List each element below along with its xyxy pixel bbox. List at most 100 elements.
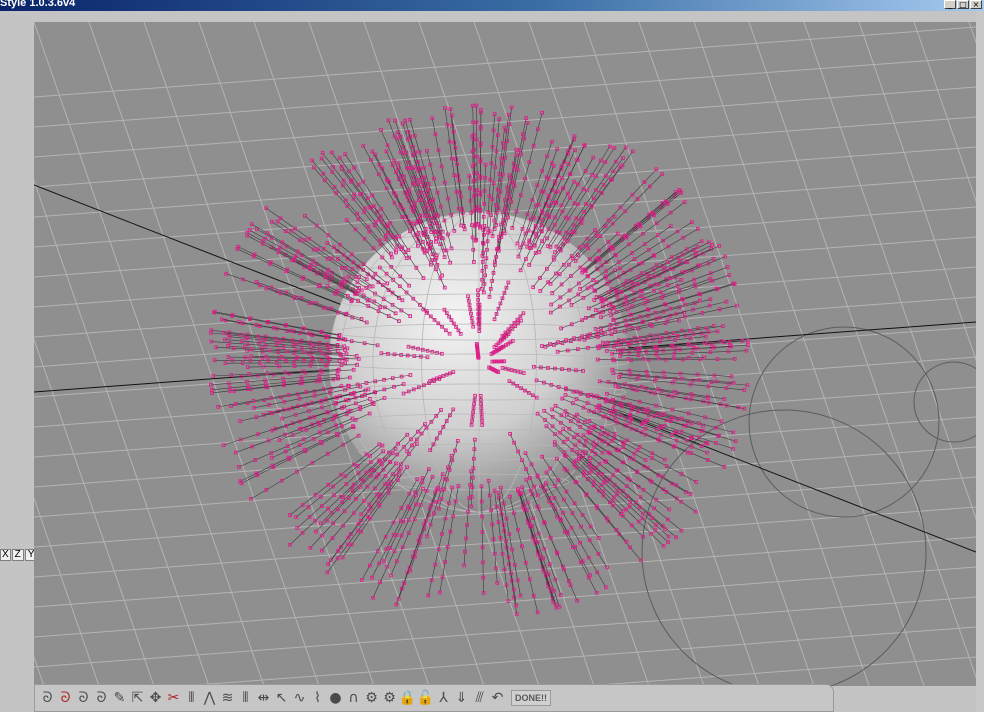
wave-icon[interactable]: ≋ <box>219 687 236 709</box>
control-point[interactable] <box>223 361 228 365</box>
control-point[interactable] <box>425 148 429 153</box>
close-button[interactable]: × <box>970 0 982 9</box>
hair-strand[interactable] <box>490 359 507 364</box>
clump-icon[interactable]: ⋀ <box>201 687 218 709</box>
gravity-icon[interactable]: ⇓ <box>453 687 470 709</box>
control-point[interactable] <box>555 147 560 151</box>
gear-2-icon[interactable]: ⚙ <box>381 687 398 709</box>
control-point[interactable] <box>603 585 608 590</box>
control-point[interactable] <box>394 602 399 607</box>
control-point[interactable] <box>209 328 214 333</box>
control-point[interactable] <box>212 358 217 363</box>
done-button[interactable]: DONE!! <box>511 690 551 706</box>
control-point[interactable] <box>233 450 238 455</box>
control-point[interactable] <box>280 416 285 421</box>
unlock-icon[interactable]: 🔓 <box>417 687 434 709</box>
control-point[interactable] <box>303 214 307 218</box>
minimize-button[interactable]: _ <box>944 0 956 9</box>
control-point[interactable] <box>386 118 391 123</box>
control-point[interactable] <box>319 521 323 526</box>
control-point[interactable] <box>384 149 389 154</box>
3d-viewport[interactable] <box>34 22 976 686</box>
comb-icon[interactable]: ⫴ <box>183 687 200 709</box>
strands-icon[interactable]: ⦀ <box>237 687 254 709</box>
undo-icon[interactable]: ↶ <box>489 687 506 709</box>
hair-strand[interactable] <box>287 458 381 547</box>
hair-strand[interactable] <box>236 245 354 302</box>
control-point[interactable] <box>216 405 221 409</box>
control-point[interactable] <box>698 298 702 303</box>
hair-strand[interactable] <box>329 150 404 252</box>
control-point[interactable] <box>344 218 349 222</box>
control-point[interactable] <box>226 344 230 349</box>
control-point[interactable] <box>393 118 397 123</box>
length-icon[interactable]: ⅄ <box>435 687 452 709</box>
control-point[interactable] <box>621 156 625 160</box>
curl-tool-3-icon[interactable]: ᘐ <box>75 687 92 709</box>
control-point[interactable] <box>525 120 530 125</box>
scale-icon[interactable]: ⇹ <box>255 687 272 709</box>
hair-strand[interactable] <box>325 473 401 575</box>
hair-strand[interactable] <box>548 146 617 249</box>
control-point[interactable] <box>668 224 673 229</box>
grid-line <box>578 656 976 686</box>
control-point[interactable] <box>652 253 657 258</box>
brush-icon[interactable]: ✎ <box>111 687 128 709</box>
control-point[interactable] <box>696 227 700 231</box>
lock-icon[interactable]: 🔒 <box>399 687 416 709</box>
gear-icon[interactable]: ⚙ <box>363 687 380 709</box>
control-point[interactable] <box>746 343 750 347</box>
pick-icon[interactable]: ↖ <box>273 687 290 709</box>
magnet-icon[interactable]: ∩ <box>345 687 362 709</box>
cut-icon[interactable]: ✂ <box>165 687 182 709</box>
control-point[interactable] <box>382 559 386 564</box>
rotate-icon[interactable]: ✥ <box>147 687 164 709</box>
curl-tool-4-icon[interactable]: ᘐ <box>93 687 110 709</box>
hair-strand[interactable] <box>264 206 369 282</box>
axis-x-button[interactable]: X <box>0 549 11 561</box>
frizz-icon[interactable]: ⫻ <box>471 687 488 709</box>
control-point[interactable] <box>269 455 274 460</box>
control-point[interactable] <box>343 152 348 156</box>
control-point[interactable] <box>742 388 747 392</box>
control-point[interactable] <box>359 512 364 517</box>
grid-line <box>34 496 100 686</box>
control-point[interactable] <box>325 570 330 575</box>
curl-tool-2-icon[interactable]: ᘐ <box>57 687 74 709</box>
kink-icon[interactable]: ⌇ <box>309 687 326 709</box>
control-point[interactable] <box>699 444 704 448</box>
control-point[interactable] <box>209 391 214 395</box>
control-point[interactable] <box>717 244 721 248</box>
hair-strand[interactable] <box>591 440 698 514</box>
select-arrow-icon[interactable]: ⇱ <box>129 687 146 709</box>
control-point[interactable] <box>514 147 519 152</box>
control-point[interactable] <box>630 149 635 154</box>
control-point[interactable] <box>710 243 714 247</box>
control-point[interactable] <box>294 515 298 520</box>
hair-strand[interactable] <box>216 384 344 409</box>
hair-strand[interactable] <box>319 156 398 255</box>
control-point[interactable] <box>422 175 427 180</box>
control-point[interactable] <box>483 162 488 167</box>
maximize-button[interactable]: □ <box>957 0 969 9</box>
hair-strand[interactable] <box>581 454 678 540</box>
control-point[interactable] <box>437 590 442 595</box>
control-point[interactable] <box>612 214 617 219</box>
curl-tool-icon[interactable]: ᘐ <box>39 687 56 709</box>
grid-line <box>34 22 265 686</box>
sphere-icon[interactable]: ● <box>327 687 344 709</box>
control-point[interactable] <box>703 334 708 339</box>
right-edge <box>976 11 984 712</box>
scene-canvas[interactable] <box>34 22 976 686</box>
grid-line <box>34 596 976 668</box>
control-point[interactable] <box>396 166 400 170</box>
hair-strand[interactable] <box>249 433 361 501</box>
control-point[interactable] <box>702 355 706 360</box>
control-point[interactable] <box>246 365 250 369</box>
axis-z-button[interactable]: Z <box>11 549 24 561</box>
smooth-icon[interactable]: ∿ <box>291 687 308 709</box>
control-point[interactable] <box>588 573 592 578</box>
control-point[interactable] <box>221 330 226 335</box>
control-point[interactable] <box>337 155 342 160</box>
hair-strand[interactable] <box>326 468 402 567</box>
